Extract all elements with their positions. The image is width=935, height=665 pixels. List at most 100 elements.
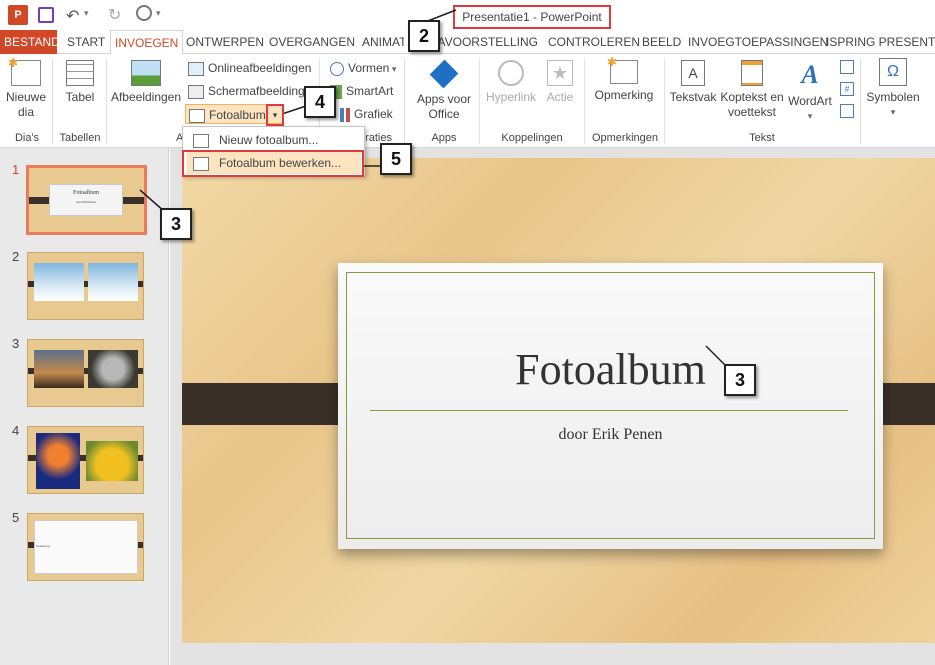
wordart-label: WordArt (788, 94, 832, 108)
tab-diavoorstelling[interactable]: DIAVOORSTELLING (427, 30, 542, 54)
tab-beeld[interactable]: BEELD (638, 30, 685, 54)
new-photo-album-icon (193, 133, 209, 148)
menu-item-label: Nieuw fotoalbum... (219, 133, 319, 147)
wordart-button[interactable]: A WordArt ▾ (786, 60, 834, 124)
action-button[interactable]: ★ Actie (542, 60, 578, 105)
slide-number: 1 (12, 162, 20, 177)
hyperlink-button[interactable]: Hyperlink (482, 60, 540, 105)
object-icon[interactable] (840, 104, 854, 118)
chevron-down-icon: ▾ (807, 111, 813, 121)
tab-controleren[interactable]: CONTROLEREN (544, 30, 644, 54)
smartart-button[interactable]: SmartArt (330, 81, 393, 101)
pictures-button[interactable]: Afbeeldingen (110, 60, 182, 105)
callout-2: 2 (408, 20, 440, 52)
tulips-photo (86, 441, 138, 481)
slide-title[interactable]: Fotoalbum (338, 344, 883, 395)
tab-animaties[interactable]: ANIMATIES (358, 30, 404, 54)
slide-number-icon[interactable]: # (840, 82, 854, 96)
textbox-button[interactable]: A Tekstvak (668, 60, 718, 105)
save-icon[interactable] (38, 7, 54, 23)
slide-thumbnail-1[interactable]: Fotoalbum door Erik Penen (26, 165, 147, 235)
callout-3-slide: 3 (724, 364, 756, 396)
textbox-icon: A (681, 60, 705, 86)
slide-number: 3 (12, 336, 20, 351)
tab-invoegen[interactable]: INVOEGEN (110, 30, 184, 55)
tab-start[interactable]: START (63, 30, 109, 54)
photo-album-button[interactable]: Fotoalbum (185, 104, 267, 124)
date-time-icon[interactable] (840, 60, 854, 74)
group-separator (664, 58, 665, 144)
new-slide-label: Nieuwe dia (5, 90, 47, 119)
screenshot-icon (188, 84, 204, 99)
group-separator (404, 58, 405, 144)
pictures-label: Afbeeldingen (110, 90, 182, 104)
undo-icon[interactable]: ↶ (66, 6, 79, 26)
group-label-apps: Apps (431, 132, 457, 144)
tab-bestand[interactable]: BESTAND (0, 30, 60, 54)
shapes-label: Vormen (348, 61, 390, 75)
group-label-text: Tekst (749, 132, 775, 144)
tab-overgangen[interactable]: OVERGANGEN (265, 30, 359, 54)
callout-3-thumbnail: 3 (160, 208, 192, 240)
chevron-down-icon: ▾ (389, 64, 397, 74)
slide-band-left (182, 383, 358, 425)
redo-icon[interactable]: ↻ (108, 5, 121, 25)
slide-thumbnail-2[interactable] (27, 252, 144, 320)
comment-icon: ✱ (607, 55, 638, 84)
customize-toolbar-icon[interactable]: ▾ (156, 8, 161, 19)
powerpoint-logo-icon: P (8, 5, 28, 25)
highlight-edit-photo-album (182, 150, 364, 177)
group-label-comments: Opmerkingen (591, 132, 659, 144)
landscape-photo (34, 350, 84, 388)
shapes-icon (330, 61, 344, 76)
jellyfish-photo (36, 433, 80, 489)
chart-label: Grafiek (354, 107, 393, 121)
group-separator (860, 58, 861, 144)
chart-button[interactable]: Grafiek (340, 104, 393, 124)
new-slide-icon: ✱ (8, 56, 41, 86)
group-separator (106, 58, 107, 144)
undo-dropdown-icon[interactable]: ▾ (84, 8, 89, 19)
chart-icon (340, 107, 350, 122)
slide-number: 2 (12, 249, 20, 264)
tab-ontwerpen[interactable]: ONTWERPEN (182, 30, 268, 54)
start-from-beginning-icon[interactable] (136, 5, 152, 21)
photo-album-label: Fotoalbum (209, 108, 266, 122)
group-separator (479, 58, 480, 144)
table-button[interactable]: Tabel (58, 60, 102, 105)
apps-for-office-button[interactable]: Apps voor Office (412, 59, 476, 122)
group-separator (584, 58, 585, 144)
apps-label: Apps voor Office (416, 92, 472, 121)
globe-link-icon (498, 60, 524, 86)
store-icon (429, 59, 459, 89)
star-icon: ★ (547, 60, 573, 86)
menu-item-new-photo-album[interactable]: Nieuw fotoalbum... (187, 129, 361, 151)
symbols-button[interactable]: Ω Symbolen ▾ (864, 58, 922, 120)
group-label-links: Koppelingen (501, 132, 563, 144)
table-label: Tabel (65, 90, 95, 104)
ribbon: ✱ Nieuwe dia Dia's Tabel Tabellen Afbeel… (0, 54, 935, 148)
penguins-photo (88, 263, 138, 301)
callout-5: 5 (380, 143, 412, 175)
slide-subtitle[interactable]: door Erik Penen (338, 426, 883, 444)
picture-icon (131, 60, 161, 86)
window-title: Presentatie1 - PowerPoint (453, 5, 611, 29)
title-bar: P ↶ ▾ ↻ ▾ Presentatie1 - PowerPoint (0, 0, 935, 30)
online-pictures-button[interactable]: Onlineafbeeldingen (188, 58, 311, 78)
comment-button[interactable]: ✱ Opmerking (590, 55, 658, 103)
screenshot-button[interactable]: Schermafbeelding (188, 81, 304, 101)
ribbon-tabs: BESTAND START INVOEGEN ONTWERPEN OVERGAN… (0, 30, 935, 55)
slide-title-frame (346, 272, 875, 539)
smartart-label: SmartArt (346, 84, 394, 98)
shapes-button[interactable]: Vormen ▾ (330, 58, 396, 78)
slide-thumbnail-4[interactable] (27, 426, 144, 494)
action-label: Actie (546, 90, 574, 104)
online-pictures-label: Onlineafbeeldingen (208, 61, 312, 75)
tab-invoegtoepassingen[interactable]: INVOEGTOEPASSINGEN (684, 30, 832, 54)
new-slide-button[interactable]: ✱ Nieuwe dia (4, 56, 48, 120)
online-picture-icon (188, 61, 204, 76)
slide-thumbnail-3[interactable] (27, 339, 144, 407)
header-footer-button[interactable]: Koptekst en voettekst (718, 60, 786, 120)
slide-thumbnail-5[interactable]: Koaliejong (27, 513, 144, 581)
tab-ispring-presenter[interactable]: ISPRING PRESENTER (822, 30, 935, 54)
